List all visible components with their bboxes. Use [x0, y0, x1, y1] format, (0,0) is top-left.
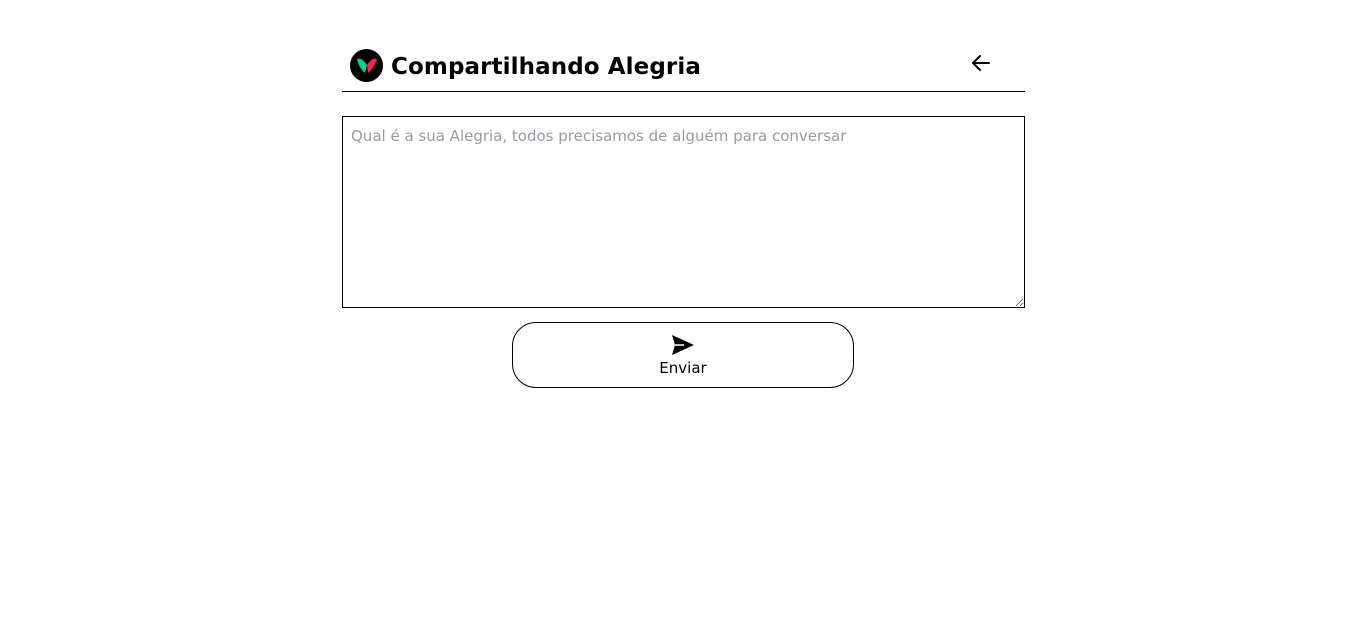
header: Compartilhando Alegria	[342, 0, 1025, 92]
send-button[interactable]: Enviar	[512, 322, 854, 388]
send-button-label: Enviar	[659, 359, 707, 377]
message-input[interactable]	[342, 116, 1025, 308]
page-title: Compartilhando Alegria	[391, 54, 701, 80]
heart-logo-icon	[350, 49, 383, 82]
send-icon	[672, 335, 694, 355]
back-button[interactable]	[968, 50, 994, 76]
arrow-left-icon	[972, 55, 990, 71]
page-container: Compartilhando Alegria Enviar	[342, 0, 1025, 388]
